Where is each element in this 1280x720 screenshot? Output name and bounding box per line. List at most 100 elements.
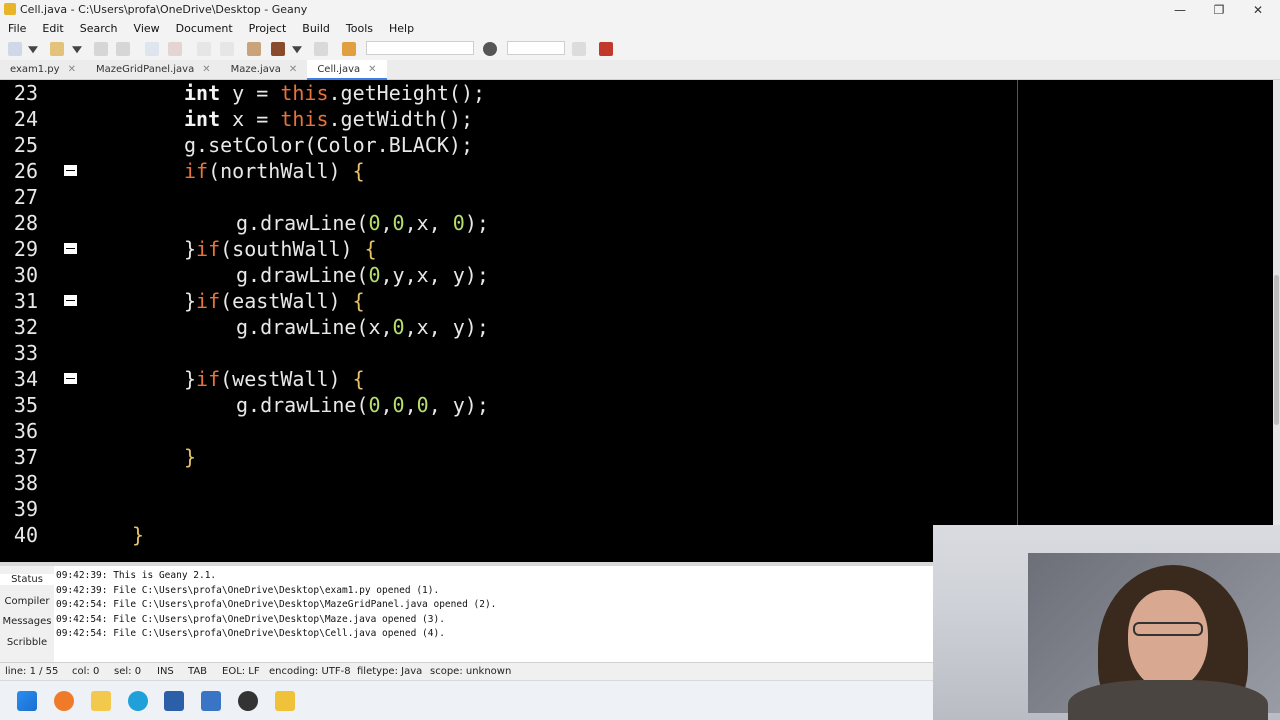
code-editor[interactable]: 23 int y = this.getHeight(); 24 int x = …	[0, 80, 1274, 562]
menu-view[interactable]: View	[126, 20, 168, 38]
code-line: 38	[0, 470, 1017, 496]
line-number: 31	[13, 289, 38, 313]
new-file-icon[interactable]	[8, 42, 22, 56]
tab-messages[interactable]: Messages	[0, 616, 54, 627]
menu-edit[interactable]: Edit	[34, 20, 71, 38]
close-tab-icon[interactable]: ✕	[289, 64, 297, 75]
line-number: 37	[13, 445, 38, 469]
close-tab-icon[interactable]: ✕	[68, 64, 76, 75]
status-ins: INS	[157, 666, 174, 677]
undo-icon[interactable]	[197, 42, 211, 56]
line-number: 30	[13, 263, 38, 287]
menu-help[interactable]: Help	[381, 20, 422, 38]
chevron-down-icon[interactable]	[292, 46, 302, 54]
code-line: 39	[0, 496, 1017, 522]
redo-icon[interactable]	[220, 42, 234, 56]
geany-taskbar-icon[interactable]	[275, 691, 295, 711]
tab-cell[interactable]: Cell.java ✕	[307, 60, 387, 80]
jump-to-line-icon[interactable]	[572, 42, 586, 56]
log-line: 09:42:54: File C:\Users\profa\OneDrive\D…	[56, 628, 445, 640]
close-tab-icon[interactable]: ✕	[368, 64, 376, 75]
status-sel: sel: 0	[114, 666, 142, 677]
status-bar: line: 1 / 55 col: 0 sel: 0 INS TAB EOL: …	[0, 662, 933, 680]
line-number: 35	[13, 393, 38, 417]
status-encoding: encoding: UTF-8	[269, 666, 351, 677]
fold-marker-icon[interactable]	[64, 243, 77, 254]
tab-mazegridpanel[interactable]: MazeGridPanel.java ✕	[86, 60, 221, 80]
status-col: col: 0	[72, 666, 100, 677]
code-line: 37 }	[0, 444, 1017, 470]
code-text: g.drawLine(x,0,x, y);	[236, 315, 489, 339]
title-bar: Cell.java - C:\Users\profa\OneDrive\Desk…	[0, 0, 1280, 20]
close-file-icon[interactable]	[168, 42, 182, 56]
search-icon[interactable]	[483, 42, 497, 56]
minimize-button[interactable]: —	[1165, 2, 1195, 18]
close-tab-icon[interactable]: ✕	[202, 64, 210, 75]
file-explorer-icon[interactable]	[91, 691, 111, 711]
line-number: 23	[13, 81, 38, 105]
store-icon[interactable]	[164, 691, 184, 711]
goto-line-input[interactable]	[507, 41, 565, 55]
menu-file[interactable]: File	[0, 20, 34, 38]
fold-marker-icon[interactable]	[64, 295, 77, 306]
webcam-overlay	[933, 525, 1280, 720]
search-input[interactable]	[366, 41, 474, 55]
chevron-down-icon[interactable]	[28, 46, 38, 54]
fold-marker-icon[interactable]	[64, 165, 77, 176]
menu-tools[interactable]: Tools	[338, 20, 381, 38]
code-line: 36	[0, 418, 1017, 444]
close-button[interactable]: ✕	[1243, 2, 1273, 18]
revert-icon[interactable]	[145, 42, 159, 56]
maximize-button[interactable]: ❐	[1204, 2, 1234, 18]
document-tabs: exam1.py ✕ MazeGridPanel.java ✕ Maze.java ✕…	[0, 60, 1280, 80]
tab-maze[interactable]: Maze.java ✕	[221, 60, 308, 80]
run-icon[interactable]	[314, 42, 328, 56]
log-line: 09:42:39: File C:\Users\profa\OneDrive\D…	[56, 584, 440, 596]
code-text: }if(westWall) {	[184, 367, 365, 391]
tab-scribble[interactable]: Scribble	[0, 637, 54, 648]
editor-scrollbar[interactable]	[1273, 80, 1280, 562]
tab-exam1[interactable]: exam1.py ✕	[0, 60, 86, 80]
menu-bar: File Edit Search View Document Project B…	[0, 20, 1280, 38]
menu-build[interactable]: Build	[294, 20, 338, 38]
code-line: 28 g.drawLine(0,0,x, 0);	[0, 210, 1017, 236]
code-line: 31 }if(eastWall) {	[0, 288, 1017, 314]
menu-search[interactable]: Search	[72, 20, 126, 38]
tab-status[interactable]: Status	[0, 574, 54, 585]
quit-icon[interactable]	[599, 42, 613, 56]
chevron-down-icon[interactable]	[72, 46, 82, 54]
vscode-icon[interactable]	[201, 691, 221, 711]
windows-start-icon[interactable]	[17, 691, 37, 711]
build-icon[interactable]	[271, 42, 285, 56]
presenter-shirt	[1068, 680, 1268, 720]
line-number: 26	[13, 159, 38, 183]
code-text: int y = this.getHeight();	[184, 81, 486, 105]
line-number: 40	[13, 523, 38, 547]
line-number: 29	[13, 237, 38, 261]
color-chooser-icon[interactable]	[342, 42, 356, 56]
code-text: g.drawLine(0,0,x, 0);	[236, 211, 489, 235]
save-all-icon[interactable]	[116, 42, 130, 56]
toolbar	[0, 38, 1280, 60]
code-line: 24 int x = this.getWidth();	[0, 106, 1017, 132]
save-icon[interactable]	[94, 42, 108, 56]
line-number: 33	[13, 341, 38, 365]
log-line: 09:42:39: This is Geany 2.1.	[56, 570, 217, 581]
compile-icon[interactable]	[247, 42, 261, 56]
edge-icon[interactable]	[128, 691, 148, 711]
open-folder-icon[interactable]	[50, 42, 64, 56]
scrollbar-thumb[interactable]	[1274, 275, 1279, 425]
tab-compiler[interactable]: Compiler	[0, 596, 54, 607]
code-text: g.setColor(Color.BLACK);	[184, 133, 473, 157]
firefox-icon[interactable]	[54, 691, 74, 711]
status-scope: scope: unknown	[430, 666, 512, 677]
menu-project[interactable]: Project	[241, 20, 295, 38]
fold-marker-icon[interactable]	[64, 373, 77, 384]
github-icon[interactable]	[238, 691, 258, 711]
menu-document[interactable]: Document	[168, 20, 241, 38]
status-filetype: filetype: Java	[357, 666, 423, 677]
code-line: 40 }	[0, 522, 1017, 548]
line-number: 34	[13, 367, 38, 391]
status-line: line: 1 / 55	[5, 666, 59, 677]
line-number: 28	[13, 211, 38, 235]
